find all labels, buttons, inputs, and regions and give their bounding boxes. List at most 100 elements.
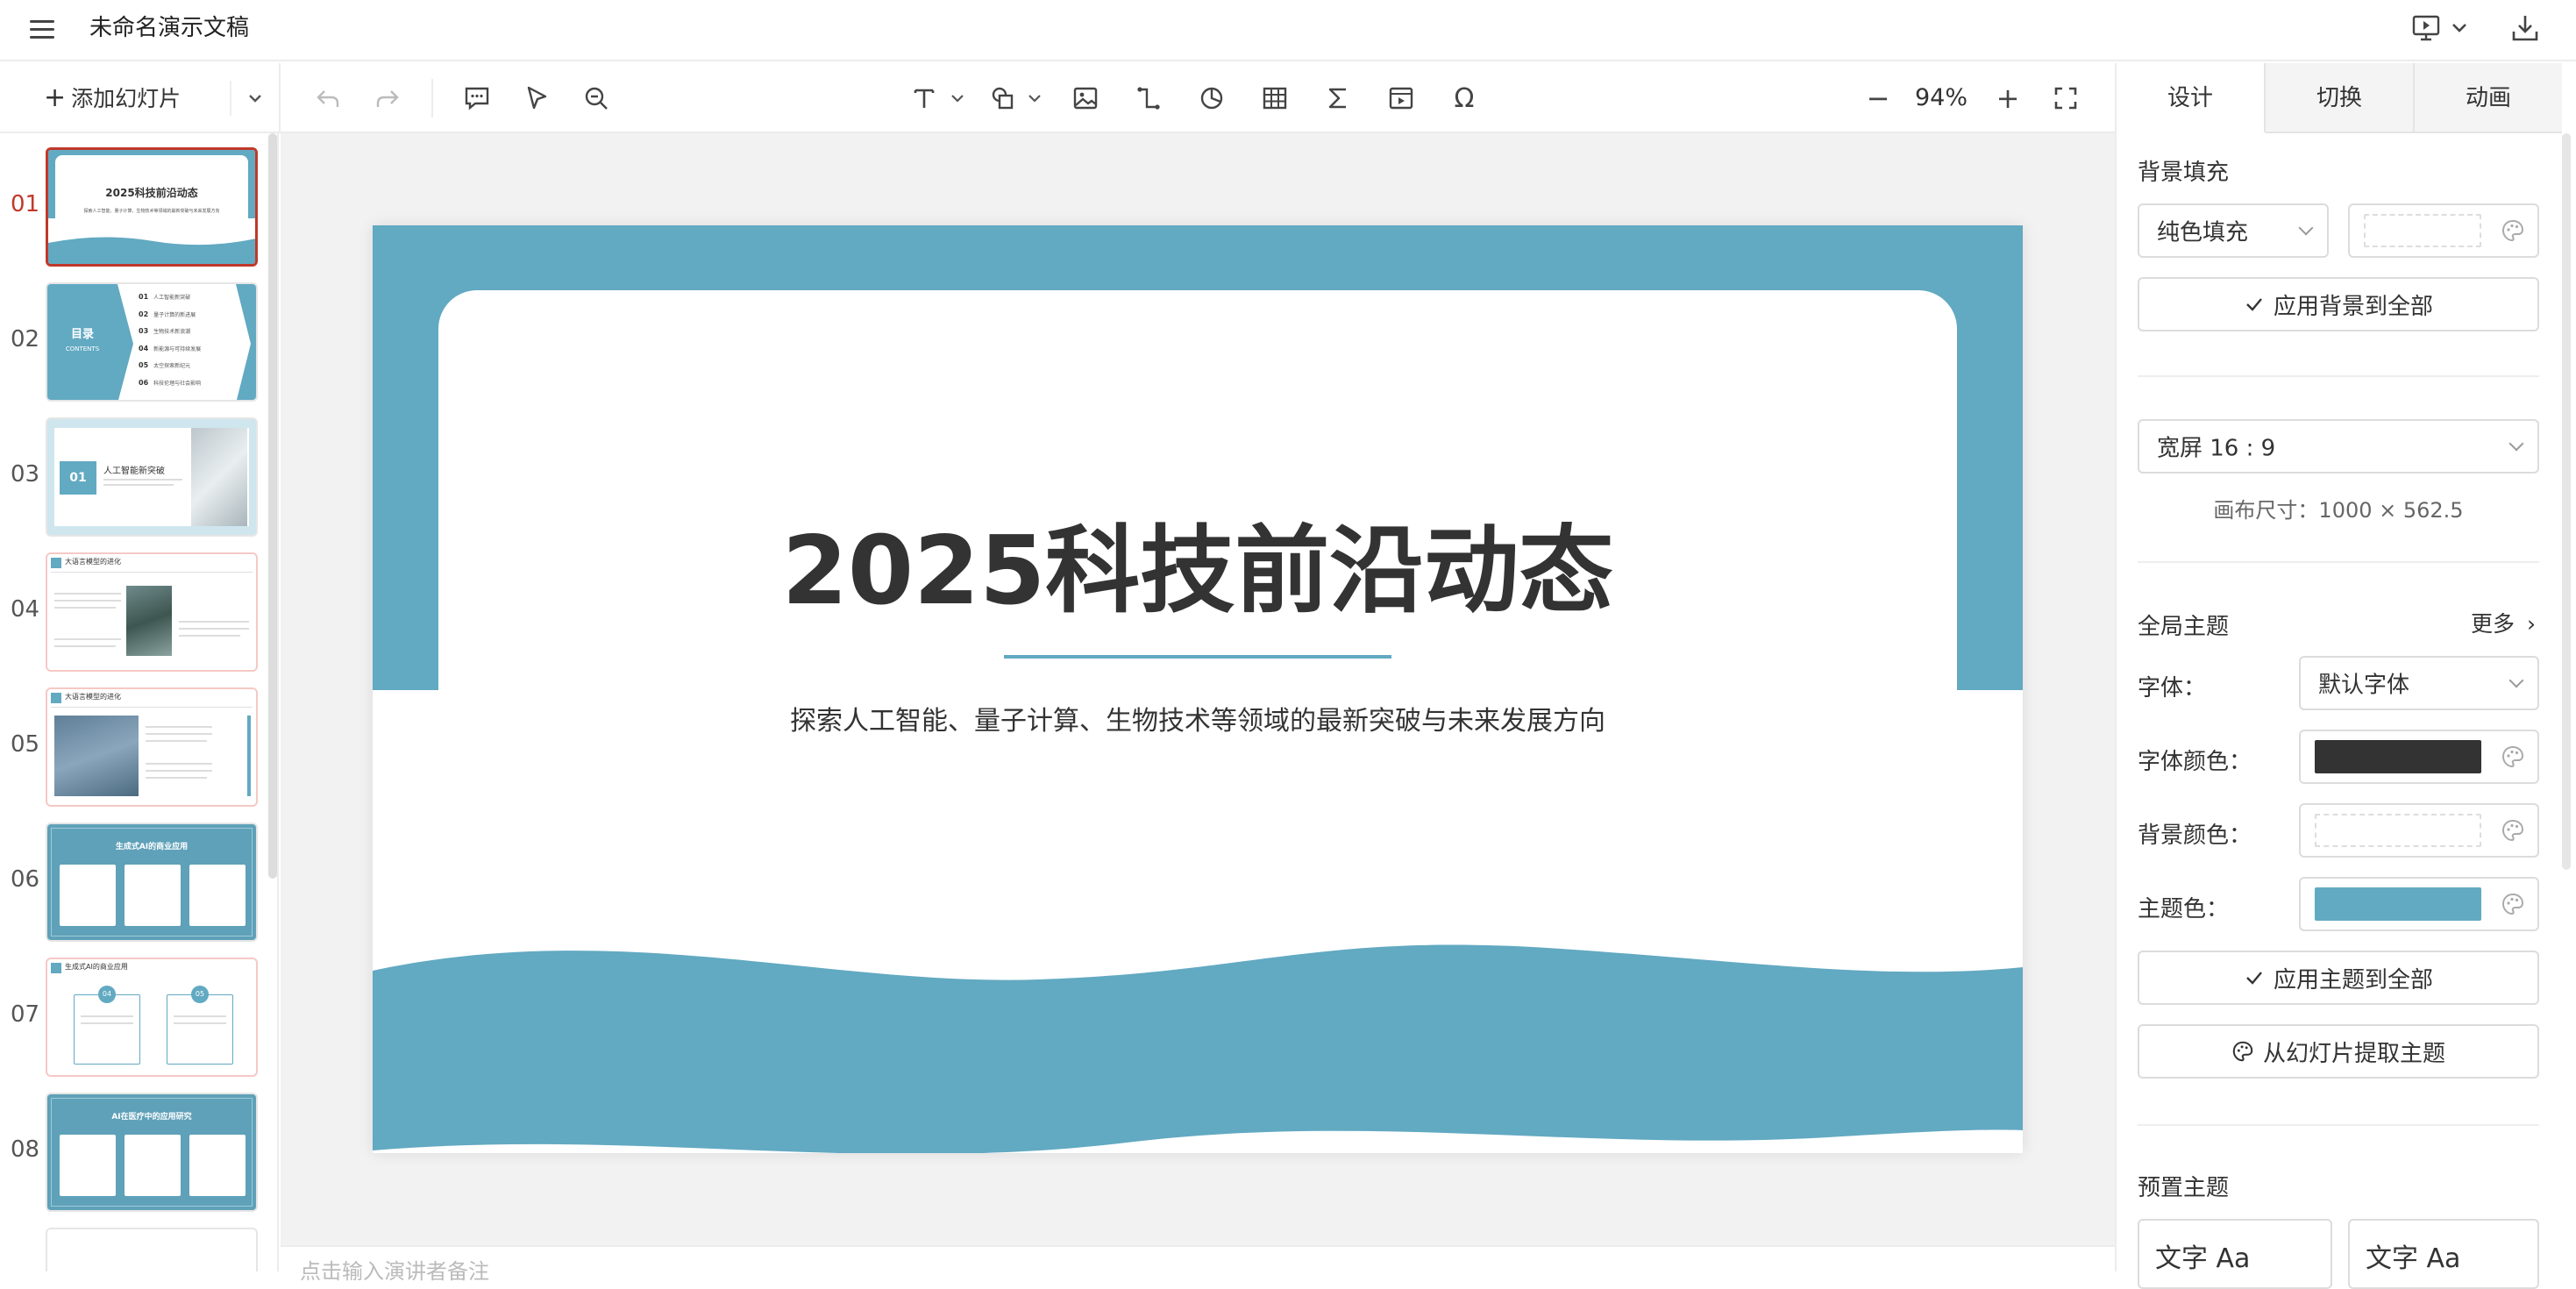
insert-text-button[interactable]: [907, 81, 942, 116]
more-themes-label: 更多: [2471, 611, 2516, 637]
thumbnail-badge: 01: [60, 461, 96, 495]
slide-thumbnail[interactable]: 2025科技前沿动态 探索人工智能、量子计算、生物技术等领域的最新突破与未来发展…: [46, 147, 258, 267]
zoom-search-button[interactable]: [579, 81, 614, 116]
zoom-out-button[interactable]: −: [1861, 81, 1896, 116]
color-swatch: [2364, 214, 2481, 247]
current-slide[interactable]: 2025科技前沿动态 探索人工智能、量子计算、生物技术等领域的最新突破与未来发展…: [373, 225, 2023, 1153]
tab-transition[interactable]: 切换: [2266, 63, 2415, 133]
cursor-icon: [527, 86, 547, 110]
tab-animation[interactable]: 动画: [2415, 63, 2562, 133]
theme-color-picker[interactable]: [2299, 877, 2539, 931]
text-dropdown[interactable]: [940, 81, 975, 116]
add-slide-button[interactable]: + 添加幻灯片: [44, 81, 181, 117]
divider: [431, 79, 433, 118]
slide-thumbnail[interactable]: 01 人工智能新突破: [46, 417, 258, 537]
search-icon: [585, 87, 608, 110]
tab-design[interactable]: 设计: [2117, 63, 2266, 133]
image-icon: [1073, 87, 1098, 110]
thumbnail-row[interactable]: 06 生成式AI的商业应用: [0, 823, 268, 945]
toc-item: 02 量子计算的新进展: [139, 310, 196, 318]
insert-formula-button[interactable]: [1320, 81, 1356, 116]
thumbnail-title: 生成式AI的商业应用: [115, 843, 189, 851]
slide-thumbnail[interactable]: [46, 1228, 258, 1271]
insert-chart-button[interactable]: [1194, 81, 1229, 116]
font-select[interactable]: 默认字体: [2299, 656, 2539, 710]
zoom-in-button[interactable]: +: [1990, 81, 2025, 116]
zoom-level[interactable]: 94%: [1915, 84, 1968, 111]
undo-button[interactable]: [310, 81, 345, 116]
slide-title[interactable]: 2025科技前沿动态: [373, 515, 2023, 629]
insert-line-button[interactable]: [1131, 81, 1166, 116]
insert-table-button[interactable]: [1257, 81, 1292, 116]
color-swatch: [2315, 887, 2481, 921]
thumbnail-subtitle: CONTENTS: [65, 345, 100, 353]
select-button[interactable]: [519, 81, 554, 116]
preset-theme-sample: 文字 Aa: [2155, 1243, 2251, 1274]
thumbnail-number: 04: [11, 596, 40, 623]
thumbnail-row[interactable]: [0, 1228, 268, 1271]
slide-subtitle[interactable]: 探索人工智能、量子计算、生物技术等领域的最新突破与未来发展方向: [373, 699, 2023, 737]
slide-thumbnail[interactable]: 大语言模型的进化: [46, 552, 258, 672]
thumbnail-title: 人工智能新突破: [103, 466, 165, 476]
present-button[interactable]: [2411, 9, 2473, 47]
comment-button[interactable]: [459, 81, 495, 116]
thumbnail-row[interactable]: 07 生成式AI的商业应用 04 05: [0, 958, 268, 1080]
present-icon: [2412, 15, 2440, 41]
omega-icon: Ω: [1454, 82, 1475, 114]
toc-item: 01 人工智能新突破: [139, 293, 191, 301]
thumbnail-row[interactable]: 02 目录 CONTENTS 01 人工智能新突破 02 量子计算的新进展 03 生物…: [0, 282, 268, 405]
fit-screen-button[interactable]: [2048, 81, 2083, 116]
thumbnail-row[interactable]: 03 01 人工智能新突破: [0, 417, 268, 540]
slide-thumbnail[interactable]: AI在医疗中的应用研究: [46, 1093, 258, 1212]
chevron-down-icon: [2298, 220, 2314, 236]
background-color-picker[interactable]: [2348, 203, 2539, 258]
slide-bottom-wave: [373, 944, 2023, 1153]
insert-symbol-button[interactable]: Ω: [1447, 81, 1482, 116]
hamburger-menu-icon[interactable]: [26, 12, 61, 47]
insert-media-button[interactable]: [1384, 81, 1419, 116]
thumbnail-row[interactable]: 08 AI在医疗中的应用研究: [0, 1093, 268, 1215]
check-icon: [2246, 298, 2262, 311]
apply-theme-all-button[interactable]: 应用主题到全部: [2138, 951, 2539, 1005]
extract-theme-button[interactable]: 从幻灯片提取主题: [2138, 1024, 2539, 1079]
thumbnail-title: 大语言模型的进化: [65, 558, 121, 566]
extract-theme-label: 从幻灯片提取主题: [2262, 1040, 2445, 1067]
theme-background-color-picker[interactable]: [2299, 803, 2539, 858]
text-icon: [914, 89, 935, 108]
slide-thumbnail[interactable]: 生成式AI的商业应用 04 05: [46, 958, 258, 1077]
editor-canvas: 2025科技前沿动态 探索人工智能、量子计算、生物技术等领域的最新突破与未来发展…: [281, 133, 2115, 1271]
insert-shape-button[interactable]: [986, 81, 1021, 116]
video-icon: [1389, 87, 1413, 110]
shape-dropdown[interactable]: [1017, 81, 1052, 116]
thumbnail-title: 大语言模型的进化: [65, 693, 121, 701]
insert-image-button[interactable]: [1068, 81, 1103, 116]
apply-background-all-button[interactable]: 应用背景到全部: [2138, 277, 2539, 331]
thumbnail-photo: [126, 586, 172, 656]
apply-background-all-label: 应用背景到全部: [2273, 293, 2433, 320]
speaker-notes[interactable]: 点击输入演讲者备注: [281, 1245, 2115, 1284]
download-button[interactable]: [2509, 9, 2541, 47]
font-color-picker[interactable]: [2299, 730, 2539, 784]
thumbnail-row[interactable]: 05 大语言模型的进化: [0, 687, 268, 810]
chevron-down-icon: [2508, 436, 2524, 452]
document-title[interactable]: 未命名演示文稿: [89, 12, 249, 44]
toc-item: 04 新能源与可持续发展: [139, 344, 202, 353]
scrollbar[interactable]: [2562, 133, 2571, 870]
thumbnail-row[interactable]: 04 大语言模型的进化: [0, 552, 268, 675]
preset-theme-card[interactable]: 文字 Aa: [2138, 1219, 2332, 1289]
connector-line-icon: [1137, 87, 1160, 110]
slide-thumbnail[interactable]: 生成式AI的商业应用: [46, 823, 258, 942]
thumbnail-number: 05: [11, 731, 40, 758]
add-slide-dropdown[interactable]: [230, 81, 274, 116]
thumbnail-title: 生成式AI的商业应用: [65, 963, 128, 971]
redo-button[interactable]: [370, 81, 405, 116]
aspect-ratio-select[interactable]: 宽屏 16 : 9: [2138, 419, 2539, 474]
preset-theme-card[interactable]: 文字 Aa: [2348, 1219, 2539, 1289]
theme-color-label: 主题色：: [2138, 896, 2230, 922]
slide-thumbnail[interactable]: 大语言模型的进化: [46, 687, 258, 807]
slide-thumbnail[interactable]: 目录 CONTENTS 01 人工智能新突破 02 量子计算的新进展 03 生物技术新…: [46, 282, 258, 402]
fill-type-select[interactable]: 纯色填充: [2138, 203, 2329, 258]
more-themes-link[interactable]: 更多 ›: [2471, 607, 2536, 638]
scrollbar[interactable]: [268, 133, 277, 879]
thumbnail-row[interactable]: 01 2025科技前沿动态 探索人工智能、量子计算、生物技术等领域的最新突破与未…: [0, 147, 268, 270]
